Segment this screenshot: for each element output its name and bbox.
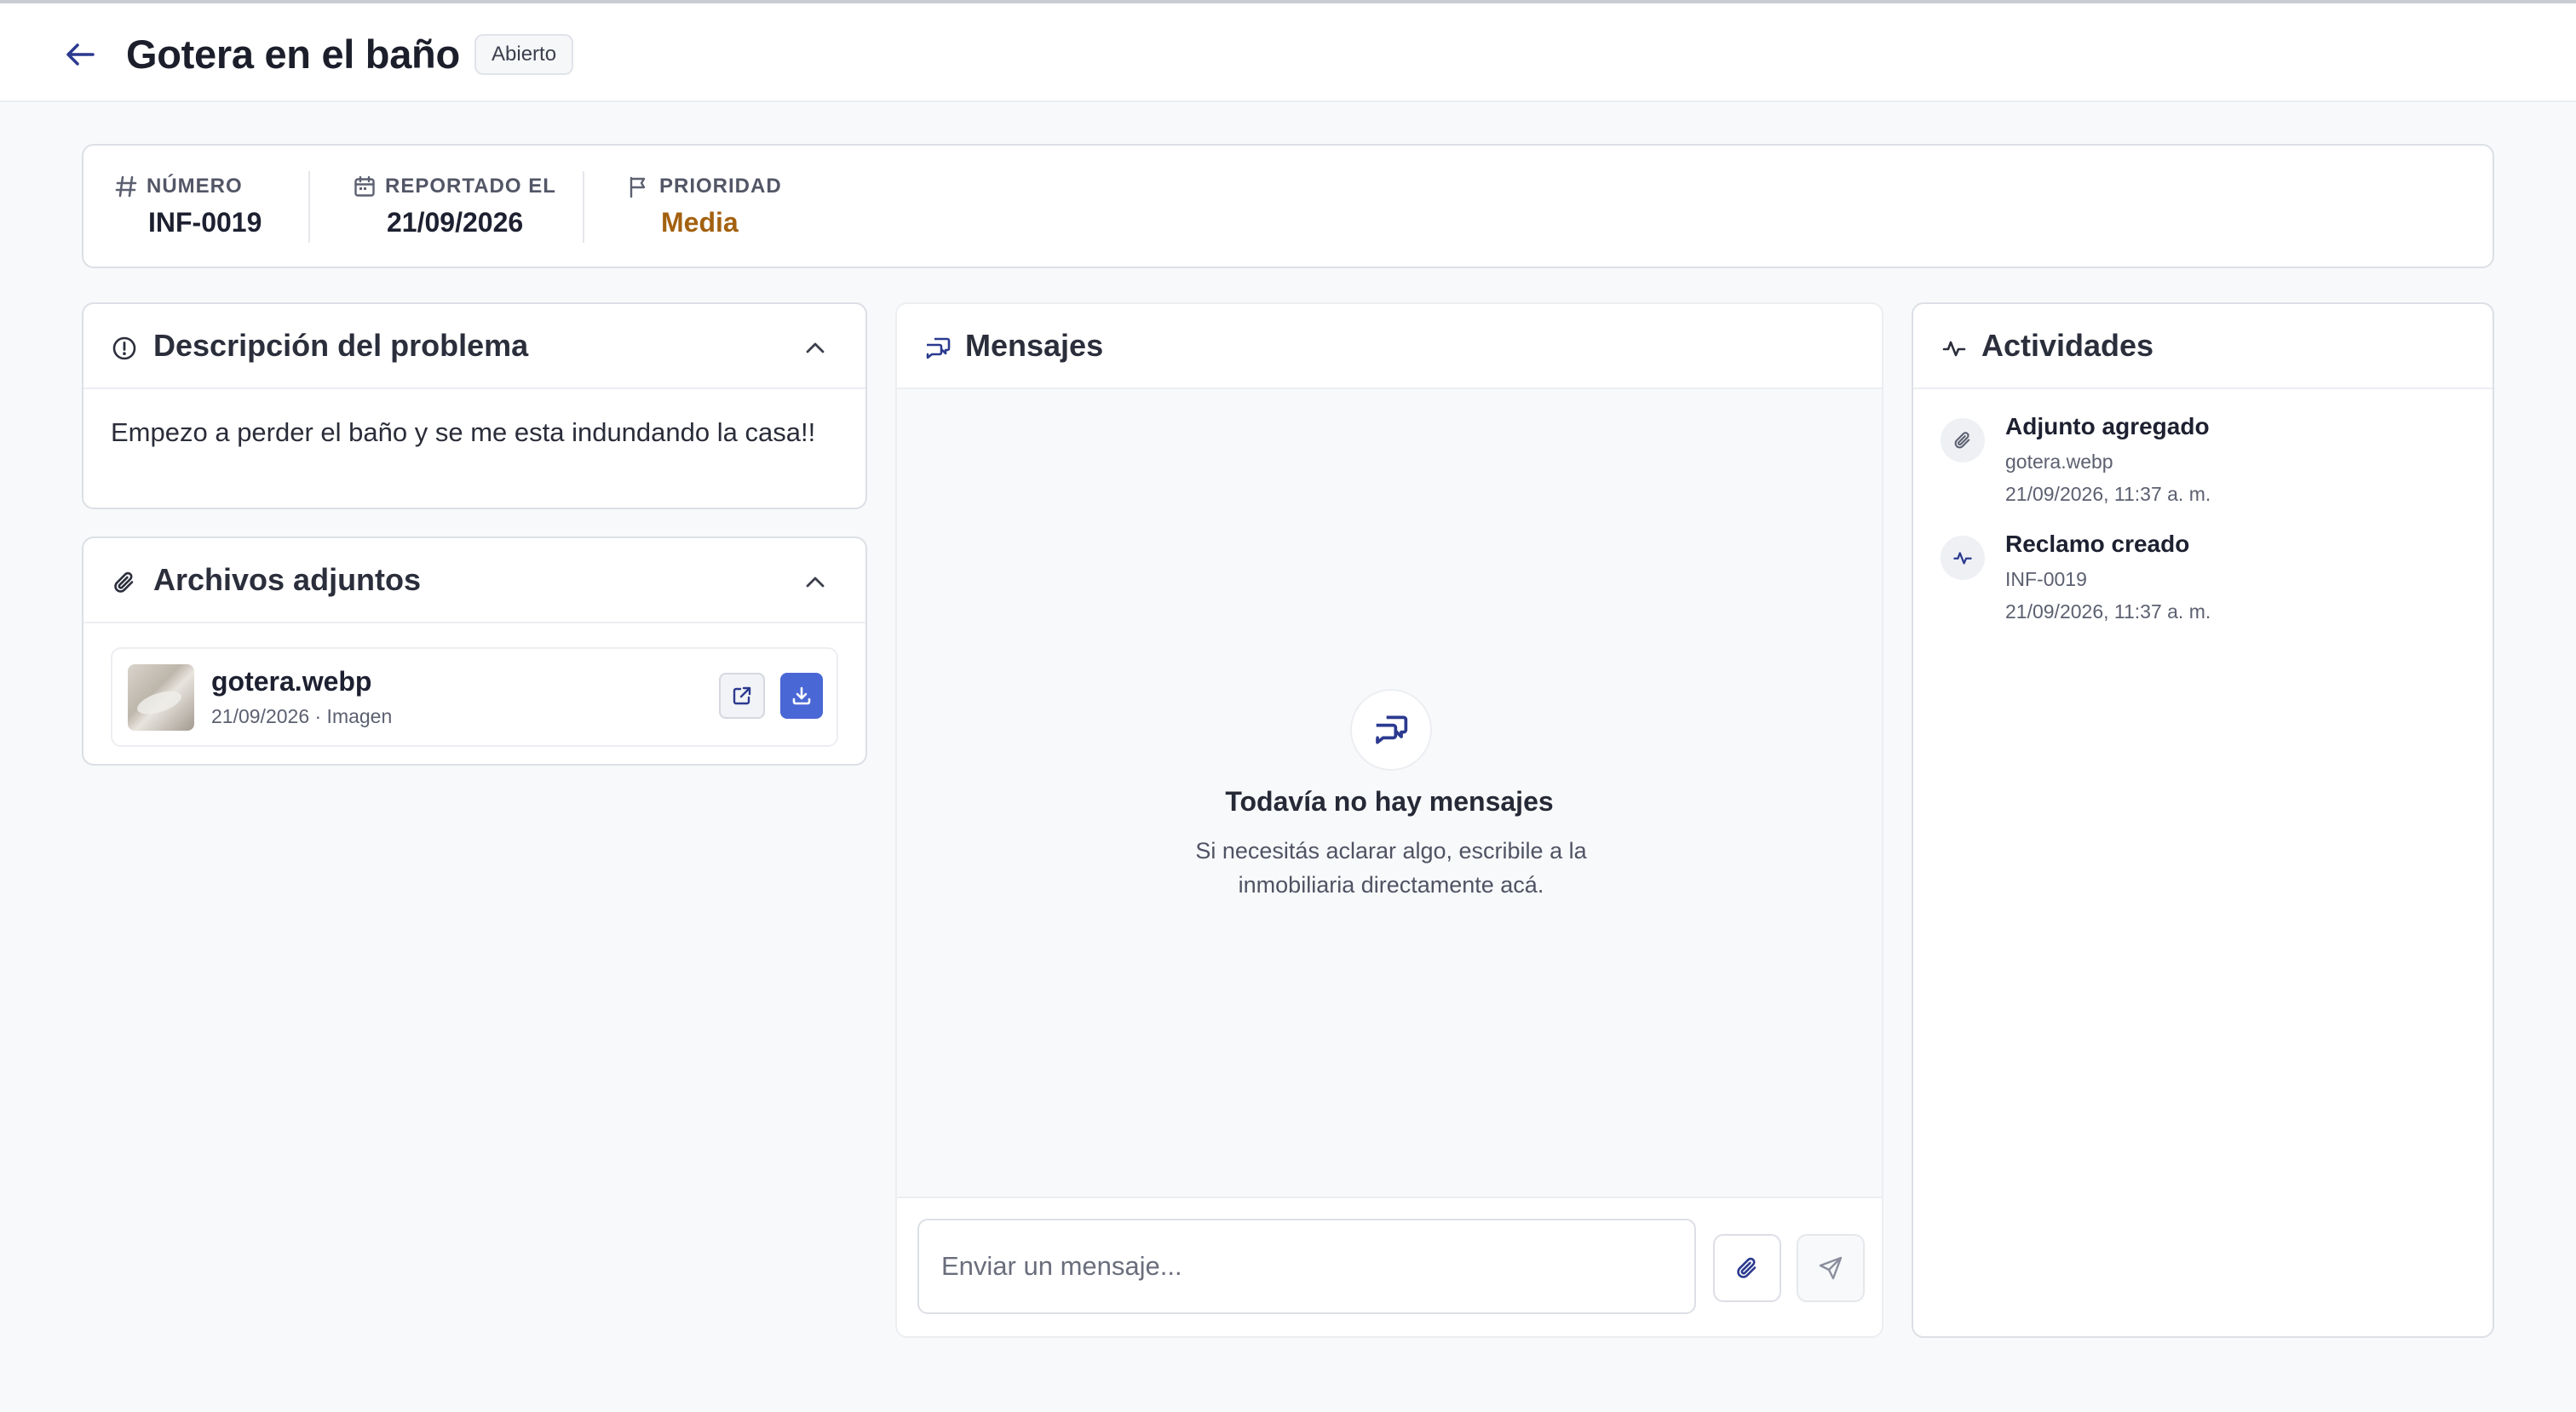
- chat-bubbles-icon: [924, 335, 952, 362]
- divider: [308, 171, 310, 243]
- activity-dot: [1941, 418, 1985, 462]
- numero-label: NÚMERO: [147, 175, 243, 198]
- prioridad-label: PRIORIDAD: [659, 175, 782, 198]
- info-reportado: REPORTADO EL 21/09/2026: [353, 175, 556, 238]
- chat-bubbles-icon: [1376, 715, 1408, 744]
- activity-title: Adjunto agregado: [2005, 413, 2210, 439]
- messages-header: Mensajes: [897, 304, 1882, 389]
- attachments-header[interactable]: Archivos adjuntos: [83, 538, 865, 623]
- file-name: gotera.webp: [211, 666, 372, 697]
- empty-state-icon: [1350, 689, 1432, 771]
- reportado-label: REPORTADO EL: [385, 175, 556, 198]
- page-title: Gotera en el baño: [126, 32, 460, 77]
- file-thumbnail[interactable]: [128, 664, 194, 731]
- messages-title: Mensajes: [965, 328, 1104, 363]
- paperclip-icon: [1954, 432, 1970, 449]
- info-numero: NÚMERO INF-0019: [114, 175, 262, 238]
- prioridad-value: Media: [661, 207, 739, 238]
- activities-header: Actividades: [1913, 304, 2493, 389]
- activity-date: 21/09/2026, 11:37 a. m.: [2005, 483, 2211, 505]
- external-link-icon: [733, 686, 751, 705]
- activity-detail: gotera.webp: [2005, 451, 2113, 473]
- activity-date: 21/09/2026, 11:37 a. m.: [2005, 600, 2211, 623]
- activity-item: Adjunto agregado gotera.webp 21/09/2026,…: [1941, 413, 2469, 524]
- chevron-up-icon[interactable]: [804, 336, 826, 359]
- activities-panel: Actividades Adjunto agregado gotera.webp…: [1912, 302, 2494, 1338]
- activities-title: Actividades: [1981, 328, 2154, 363]
- paperclip-icon: [111, 569, 138, 596]
- open-file-button[interactable]: [719, 673, 765, 719]
- activity-icon: [1953, 552, 1972, 565]
- download-file-button[interactable]: [780, 673, 823, 719]
- messages-panel: Mensajes Todavía no hay mensajes Si nece…: [895, 302, 1883, 1338]
- description-text: Empezo a perder el baño y se me esta ind…: [111, 417, 816, 447]
- attachments-card: Archivos adjuntos gotera.webp 21/09/2026…: [82, 537, 867, 766]
- page-header: Gotera en el baño Abierto: [0, 3, 2576, 102]
- flag-icon: [630, 176, 646, 198]
- info-prioridad: PRIORIDAD Media: [627, 175, 782, 238]
- activity-detail: INF-0019: [2005, 568, 2087, 590]
- activity-title: Reclamo creado: [2005, 531, 2190, 557]
- download-icon: [792, 686, 811, 705]
- attach-file-button[interactable]: [1713, 1234, 1781, 1302]
- numero-value: INF-0019: [148, 207, 262, 238]
- empty-state-subtitle: Si necesitás aclarar algo, escribile a l…: [1195, 838, 1587, 898]
- arrow-left-icon: [66, 43, 95, 66]
- activity-dot: [1941, 536, 1985, 580]
- send-icon: [1819, 1256, 1843, 1280]
- description-card: Descripción del problema Empezo a perder…: [82, 302, 867, 509]
- hash-icon: [115, 175, 137, 198]
- empty-state-title: Todavía no hay mensajes: [1225, 786, 1554, 817]
- paperclip-icon: [1737, 1257, 1757, 1278]
- file-meta: 21/09/2026 · Imagen: [211, 705, 393, 727]
- description-title: Descripción del problema: [153, 328, 529, 363]
- send-message-button[interactable]: [1797, 1234, 1865, 1302]
- chevron-up-icon[interactable]: [804, 571, 826, 593]
- back-button[interactable]: [61, 39, 99, 70]
- claim-info-card: NÚMERO INF-0019 REPORTADO EL 21/09/2026 …: [82, 144, 2494, 268]
- attachments-title: Archivos adjuntos: [153, 562, 422, 597]
- calendar-icon: [354, 175, 375, 197]
- reportado-value: 21/09/2026: [387, 207, 524, 238]
- activity-icon: [1941, 335, 1968, 362]
- message-input[interactable]: [917, 1219, 1696, 1314]
- alert-circle-icon: [111, 335, 138, 362]
- divider: [583, 171, 584, 243]
- activity-item: Reclamo creado INF-0019 21/09/2026, 11:3…: [1941, 531, 2469, 641]
- message-composer: [897, 1197, 1882, 1336]
- description-header[interactable]: Descripción del problema: [83, 304, 865, 389]
- attachment-item: gotera.webp 21/09/2026 · Imagen: [111, 647, 838, 747]
- status-badge: Abierto: [474, 34, 574, 75]
